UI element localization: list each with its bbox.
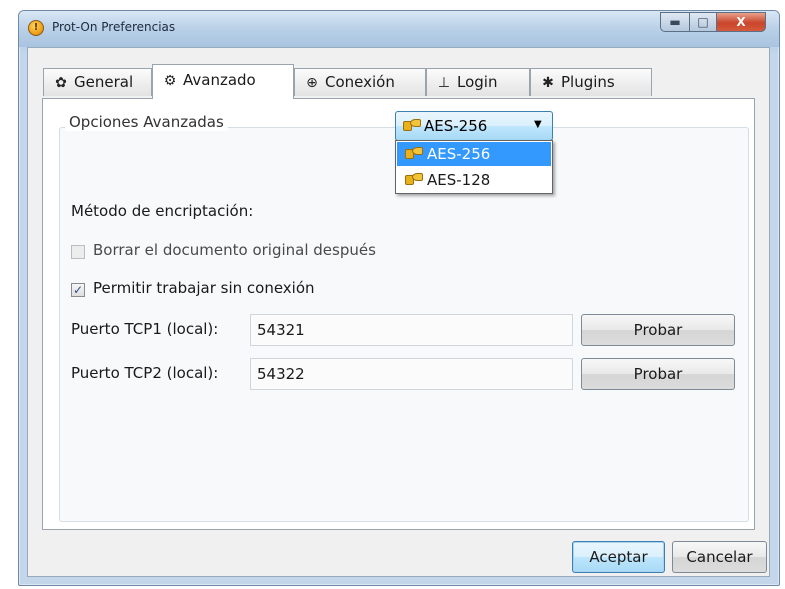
preferences-window: ! Prot-On Preferencias ▬ □ X ✿ General ⚙ A… — [18, 10, 780, 586]
cancel-button[interactable]: Cancelar — [672, 541, 767, 573]
chevron-down-icon: ▼ — [534, 119, 542, 130]
encryption-option-aes128[interactable]: AES-128 — [397, 168, 551, 192]
encryption-option-label: AES-256 — [427, 145, 491, 163]
encryption-option-label: AES-128 — [427, 171, 491, 189]
minimize-icon: ▬ — [669, 15, 681, 29]
encryption-selected-value: AES-256 — [424, 117, 488, 135]
offline-label: Permitir trabajar sin conexión — [93, 279, 315, 297]
tab-avanzado[interactable]: ⚙ Avanzado — [152, 64, 294, 99]
group-title: Opciones Avanzadas — [65, 113, 228, 131]
window-title: Prot-On Preferencias — [52, 20, 176, 34]
encryption-dropdown-list: AES-256 AES-128 — [395, 140, 553, 194]
maximize-button[interactable]: □ — [689, 12, 717, 32]
tab-plugins[interactable]: ✱ Plugins — [530, 68, 652, 96]
tab-login-label: Login — [457, 73, 498, 91]
user-icon: ⊥ — [437, 75, 451, 91]
encryption-method-label: Método de encriptación: — [71, 202, 254, 220]
delete-original-label: Borrar el documento original después — [93, 241, 376, 259]
key-icon — [405, 147, 423, 161]
tab-general[interactable]: ✿ General — [43, 68, 152, 96]
globe-icon: ⊕ — [306, 75, 318, 91]
key-icon — [403, 119, 421, 133]
checkmark-icon: ✓ — [72, 283, 84, 297]
maximize-icon: □ — [697, 15, 709, 29]
encryption-method-select[interactable]: AES-256 ▼ — [395, 111, 553, 141]
tcp1-port-input[interactable]: 54321 — [250, 314, 573, 346]
accept-button[interactable]: Aceptar — [572, 541, 665, 573]
tab-login[interactable]: ⊥ Login — [426, 68, 530, 96]
delete-original-checkbox[interactable] — [71, 245, 85, 259]
app-icon: ! — [28, 20, 44, 36]
tab-avanzado-label: Avanzado — [183, 71, 256, 89]
minimize-button[interactable]: ▬ — [660, 12, 690, 32]
encryption-option-aes256[interactable]: AES-256 — [397, 142, 551, 166]
title-bar[interactable]: ! Prot-On Preferencias ▬ □ X — [19, 11, 779, 47]
probar-tcp2-button[interactable]: Probar — [581, 358, 735, 390]
probar-tcp1-button[interactable]: Probar — [581, 314, 735, 346]
tab-conexion-label: Conexión — [325, 73, 395, 91]
tab-plugins-label: Plugins — [561, 73, 615, 91]
gear-icon: ✿ — [55, 75, 67, 91]
offline-checkbox[interactable]: ✓ — [71, 283, 85, 297]
key-icon — [405, 173, 423, 187]
tcp2-port-input[interactable]: 54322 — [250, 358, 573, 390]
tab-conexion[interactable]: ⊕ Conexión — [294, 68, 426, 96]
plugins-icon: ✱ — [542, 75, 554, 91]
tab-general-label: General — [74, 73, 134, 91]
advanced-gear-icon: ⚙ — [163, 73, 177, 89]
tcp2-label: Puerto TCP2 (local): — [71, 364, 219, 382]
close-button[interactable]: X — [716, 12, 766, 32]
tcp1-label: Puerto TCP1 (local): — [71, 320, 219, 338]
close-icon: X — [736, 15, 746, 29]
